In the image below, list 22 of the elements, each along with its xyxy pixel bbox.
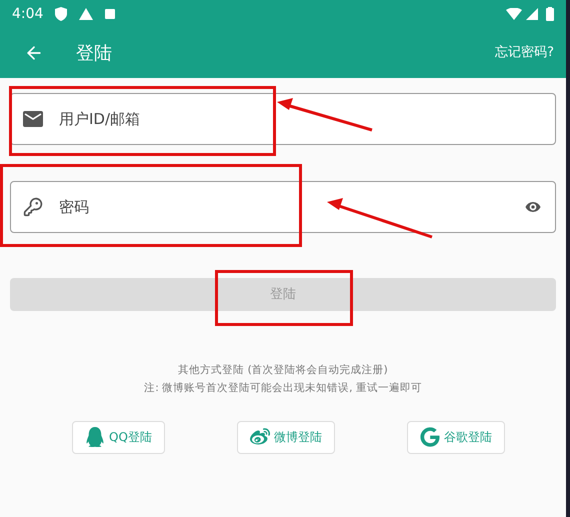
signal-icon (526, 8, 538, 20)
text-field[interactable]: 用户ID/邮箱 (10, 93, 556, 145)
forgot-password-button[interactable]: 忘记密码? (495, 43, 554, 63)
input-field[interactable]: 用户ID/邮箱 (59, 108, 543, 130)
penguin-icon (85, 427, 105, 447)
mail-icon (23, 111, 43, 127)
note-text: 其他方式登陆 (首次登陆将会自动完成注册) (178, 363, 388, 378)
social-login-button[interactable]: 微博登陆 (236, 420, 335, 454)
note-text: 注: 微博账号首次登陆可能会出现未知错误, 重试一遍即可 (144, 380, 422, 396)
social-login-button[interactable]: 谷歌登陆 (406, 420, 505, 454)
key-icon (23, 197, 43, 217)
text-field[interactable]: 密码 (10, 181, 556, 233)
google-icon (420, 427, 440, 447)
warning-icon (79, 8, 94, 20)
toolbar-title: 登陆 (76, 42, 112, 66)
shield-icon (55, 7, 68, 21)
clock-text: 4:04 (12, 4, 44, 24)
battery-icon (546, 7, 554, 21)
input-field[interactable]: 密码 (59, 196, 507, 218)
wifi-icon (506, 8, 522, 20)
weibo-icon (250, 427, 270, 447)
social-login-button[interactable]: QQ登陆 (72, 420, 165, 454)
